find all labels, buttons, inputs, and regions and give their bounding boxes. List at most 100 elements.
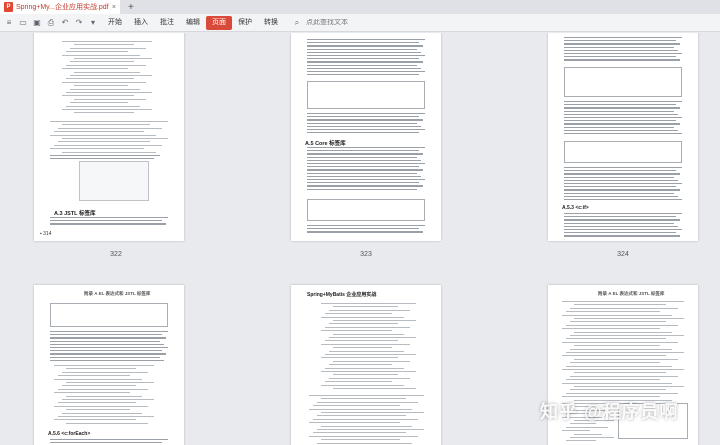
menu-convert[interactable]: 转换 (258, 16, 284, 30)
text-line (564, 173, 680, 175)
text-line (307, 225, 425, 227)
code-line (329, 377, 410, 379)
text-line (307, 188, 417, 190)
code-line (333, 333, 404, 335)
page-thumbnail-323[interactable]: A.5 Core 标签库 (291, 33, 441, 241)
text-line (307, 61, 423, 63)
text-line (564, 186, 676, 188)
code-line (562, 328, 660, 330)
text-line (564, 104, 676, 106)
code-line (62, 399, 154, 400)
text-line (307, 122, 417, 124)
code-line (66, 51, 128, 53)
code-line (54, 365, 154, 366)
page-thumbnail-322[interactable]: A.3 JSTL 标签库 ▪ 314 (34, 33, 184, 241)
new-tab-button[interactable]: + (128, 2, 134, 13)
text-line (50, 223, 166, 225)
code-line (70, 75, 152, 76)
code-line (54, 378, 142, 380)
text-line (564, 126, 674, 128)
text-line (564, 183, 682, 185)
menu-icon[interactable]: ≡ (4, 18, 14, 28)
code-line (321, 303, 416, 304)
text-line (50, 331, 168, 333)
search-box[interactable]: ⌕ (292, 17, 386, 29)
code-line (574, 345, 660, 347)
text-line (50, 340, 160, 342)
redo-icon[interactable]: ↷ (74, 18, 84, 28)
page-thumbnail-bottom-2[interactable]: Spring+MyBatis 企业应用实战 (291, 285, 441, 445)
code-line (570, 321, 666, 323)
section-heading: A.5.3 <c:if> (562, 205, 589, 211)
document-tab[interactable]: P Spring+My...企业应用实战.pdf × (0, 0, 120, 14)
chevron-down-icon[interactable]: ▾ (88, 18, 98, 28)
text-line (564, 213, 682, 215)
code-line (62, 151, 156, 153)
save-icon[interactable]: ▣ (32, 18, 42, 28)
code-line (62, 54, 140, 56)
code-line (333, 360, 410, 362)
page-header: 附录 A EL 表达式和 JSTL 标签库 (598, 291, 665, 296)
menu-edit[interactable]: 编辑 (180, 16, 206, 30)
code-line (574, 331, 672, 333)
text-line (564, 49, 678, 51)
text-line (307, 67, 421, 69)
code-line (54, 392, 130, 394)
code-line (50, 148, 144, 150)
menu-page[interactable]: 页面 (206, 15, 232, 30)
code-line (570, 437, 614, 438)
code-line (50, 134, 156, 136)
code-line (62, 385, 136, 387)
text-line (307, 185, 423, 187)
menu-comment[interactable]: 批注 (154, 16, 180, 30)
page-thumbnail-324[interactable]: A.5.3 <c:if> (548, 33, 698, 241)
menu-protect[interactable]: 保护 (232, 16, 258, 30)
code-line (570, 335, 684, 336)
code-line (574, 304, 666, 306)
page-table (50, 303, 168, 327)
text-line (307, 228, 419, 230)
code-line (66, 395, 142, 397)
code-line (321, 316, 404, 318)
code-line (562, 430, 590, 432)
file-icon[interactable]: ▭ (18, 18, 28, 28)
code-line (325, 354, 416, 355)
text-line (307, 64, 417, 66)
code-line (317, 401, 418, 403)
code-line (333, 320, 416, 321)
code-line (62, 68, 128, 70)
text-line (564, 222, 674, 224)
page-thumbnail-bottom-1[interactable]: 附录 A EL 表达式和 JSTL 标签库 A.5.6 <c:forEach> (34, 285, 184, 445)
text-line (307, 45, 423, 47)
text-line (564, 192, 674, 194)
text-line (564, 179, 678, 181)
code-line (70, 47, 146, 49)
code-line (325, 381, 392, 383)
text-line (307, 132, 419, 134)
code-line (309, 395, 424, 396)
page-table (307, 199, 425, 221)
code-line (309, 435, 418, 437)
text-line (50, 347, 168, 349)
text-line (50, 155, 160, 157)
code-line (58, 388, 148, 390)
undo-icon[interactable]: ↶ (60, 18, 70, 28)
search-input[interactable] (306, 19, 386, 26)
code-line (66, 368, 136, 370)
pdf-viewer[interactable]: A.3 JSTL 标签库 ▪ 314 322 A.5 Core 标签库 323 … (0, 33, 720, 445)
code-line (329, 364, 392, 366)
text-line (307, 119, 423, 121)
menu-insert[interactable]: 插入 (128, 16, 154, 30)
text-line (564, 133, 682, 135)
text-line (564, 232, 676, 234)
code-line (321, 371, 416, 372)
text-line (307, 179, 425, 181)
code-line (321, 384, 404, 386)
code-line (333, 347, 392, 349)
text-line (307, 182, 419, 184)
code-line (574, 358, 678, 360)
code-line (66, 382, 154, 383)
print-icon[interactable]: ⎙ (46, 18, 56, 28)
menu-start[interactable]: 开始 (102, 16, 128, 30)
close-tab-icon[interactable]: × (112, 4, 116, 11)
